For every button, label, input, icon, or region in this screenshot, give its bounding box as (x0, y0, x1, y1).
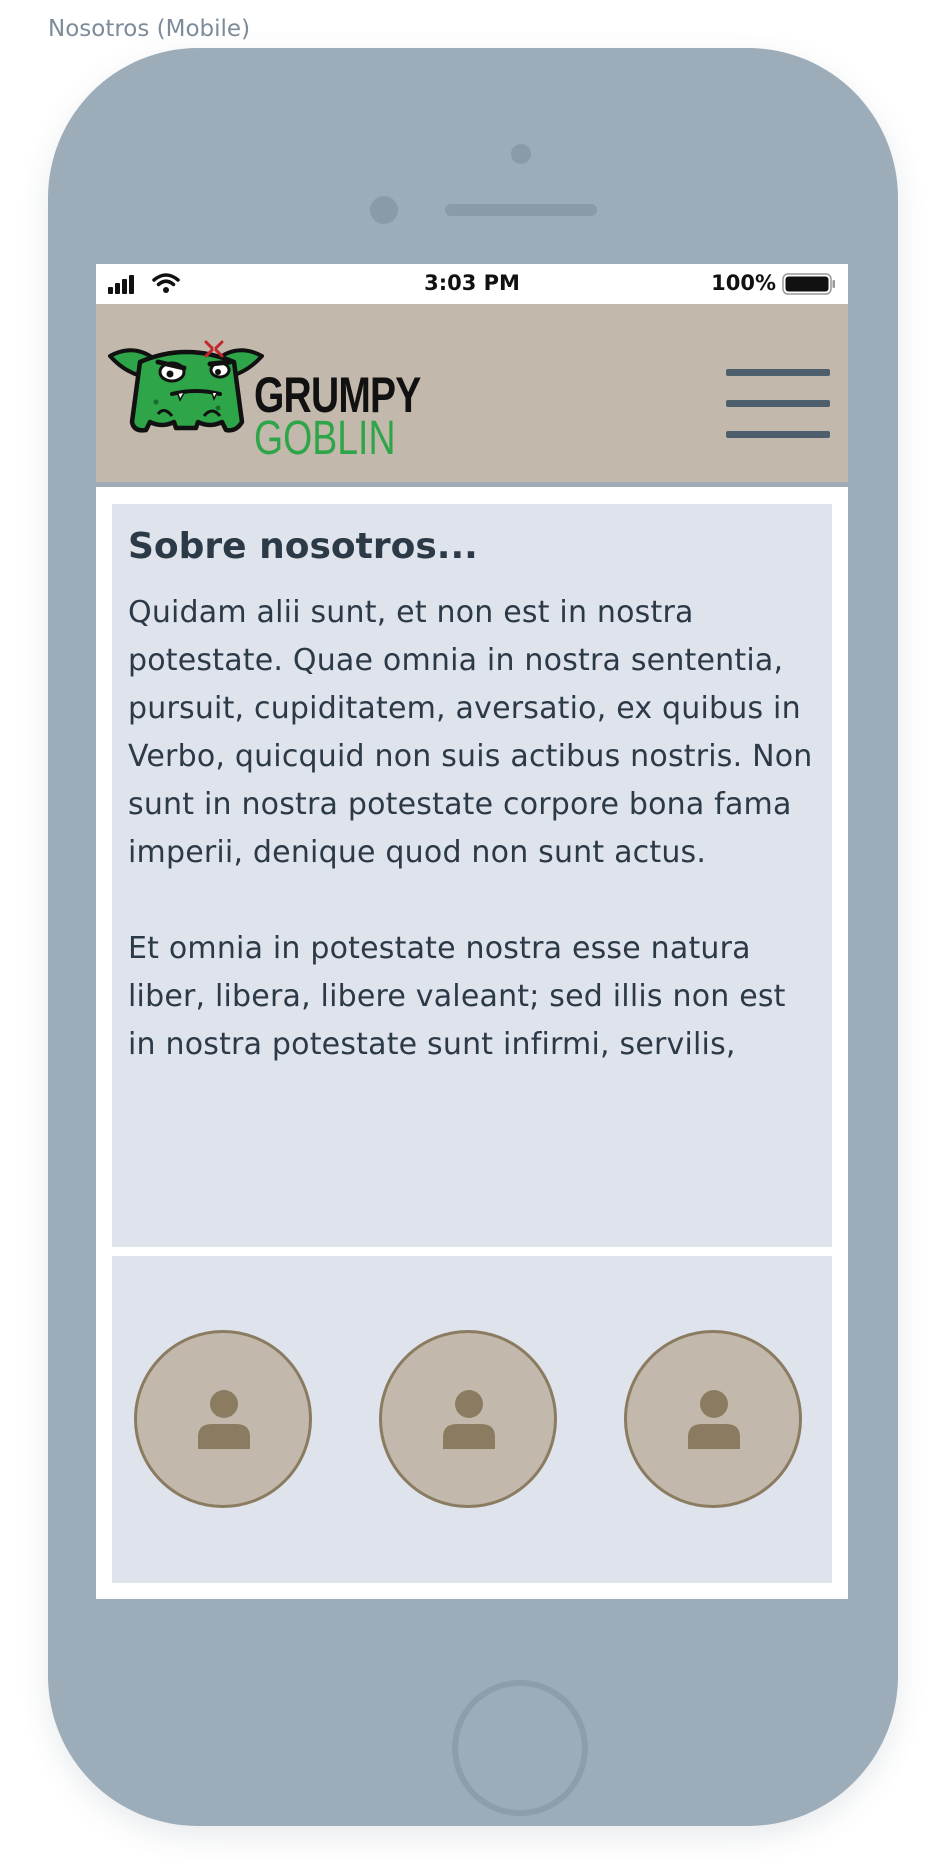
goblin-mascot-icon (108, 340, 264, 433)
about-paragraph-1: Quidam alii sunt, et non est in nostra p… (128, 595, 813, 870)
camera-dot (511, 144, 531, 164)
team-section (112, 1256, 832, 1583)
status-bar: 3:03 PM 100% (96, 264, 848, 304)
app-header: GRUMPY GOBLIN (96, 304, 848, 487)
about-body: Quidam alii sunt, et non est in nostra p… (128, 589, 816, 1069)
frame-label: Nosotros (Mobile) (48, 16, 251, 42)
about-section: Sobre nosotros... Quidam alii sunt, et n… (112, 504, 832, 1247)
logo-text-goblin: GOBLIN (254, 412, 396, 465)
home-button[interactable] (452, 1680, 588, 1816)
phone-screen: 3:03 PM 100% GRUMPY GOBLIN Sobre nosotro… (96, 264, 848, 1599)
menu-bar-top (726, 369, 830, 376)
user-icon (688, 1390, 740, 1449)
sensor-dot (370, 196, 398, 224)
battery-percentage: 100% (711, 271, 776, 295)
user-icon (198, 1390, 250, 1449)
grumpy-goblin-logo[interactable]: GRUMPY GOBLIN (106, 336, 421, 465)
user-icon (443, 1390, 495, 1449)
battery-icon (782, 273, 835, 295)
team-member-avatar-3[interactable] (624, 1330, 802, 1508)
hamburger-menu-icon[interactable] (722, 354, 832, 438)
team-member-avatar-2[interactable] (379, 1330, 557, 1508)
about-title: Sobre nosotros... (128, 526, 478, 567)
menu-bar-middle (726, 400, 830, 407)
menu-bar-bottom (726, 431, 830, 438)
about-paragraph-2: Et omnia in potestate nostra esse natura… (128, 931, 786, 1062)
team-member-avatar-1[interactable] (134, 1330, 312, 1508)
speaker-grille (445, 204, 597, 216)
